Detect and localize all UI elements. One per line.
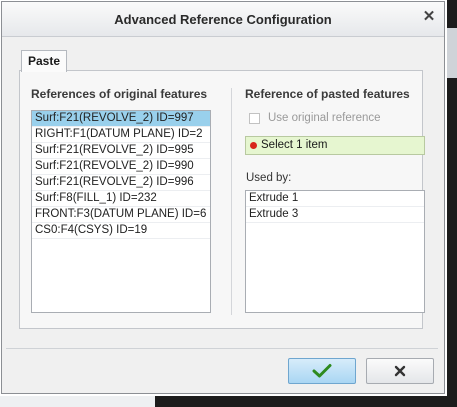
original-references-list[interactable]: Surf:F21(REVOLVE_2) ID=997 RIGHT:F1(DATU…: [31, 110, 211, 313]
background-strip-bottom-left: [0, 396, 155, 407]
tab-paste[interactable]: Paste: [21, 50, 68, 72]
background-strip-bottom: [155, 396, 457, 407]
list-item[interactable]: Surf:F8(FILL_1) ID=232: [32, 191, 210, 207]
list-item[interactable]: Surf:F21(REVOLVE_2) ID=990: [32, 159, 210, 175]
collector-label: Select 1 item: [261, 139, 328, 151]
used-by-list[interactable]: Extrude 1 Extrude 3: [245, 190, 425, 313]
dialog-title: Advanced Reference Configuration: [114, 12, 332, 27]
use-original-reference-checkbox[interactable]: [249, 113, 260, 124]
title-bar[interactable]: Advanced Reference Configuration ✕: [2, 2, 444, 37]
list-item[interactable]: CS0:F4(CSYS) ID=19: [32, 223, 210, 239]
status-dot-icon: [250, 142, 257, 149]
x-icon: [394, 365, 406, 377]
list-item[interactable]: RIGHT:F1(DATUM PLANE) ID=2: [32, 127, 210, 143]
list-item[interactable]: Extrude 3: [246, 207, 424, 223]
use-original-reference-label: Use original reference: [268, 112, 381, 124]
original-references-heading: References of original features: [31, 87, 208, 101]
footer-divider: [6, 348, 438, 349]
reference-collector[interactable]: Select 1 item: [245, 136, 425, 155]
cancel-button[interactable]: [366, 358, 434, 384]
list-item-selected[interactable]: Surf:F21(REVOLVE_2) ID=997: [32, 111, 210, 127]
background-panel-right: [447, 28, 457, 78]
list-item[interactable]: Surf:F21(REVOLVE_2) ID=996: [32, 175, 210, 191]
used-by-label: Used by:: [246, 172, 292, 184]
checkmark-icon: [312, 364, 332, 378]
list-item[interactable]: Surf:F21(REVOLVE_2) ID=995: [32, 143, 210, 159]
pasted-references-heading: Reference of pasted features: [245, 87, 410, 101]
section-divider: [231, 88, 232, 315]
list-item[interactable]: Extrude 1: [246, 191, 424, 207]
ok-button[interactable]: [288, 358, 356, 384]
close-icon[interactable]: ✕: [420, 8, 438, 26]
list-item[interactable]: FRONT:F3(DATUM PLANE) ID=6: [32, 207, 210, 223]
